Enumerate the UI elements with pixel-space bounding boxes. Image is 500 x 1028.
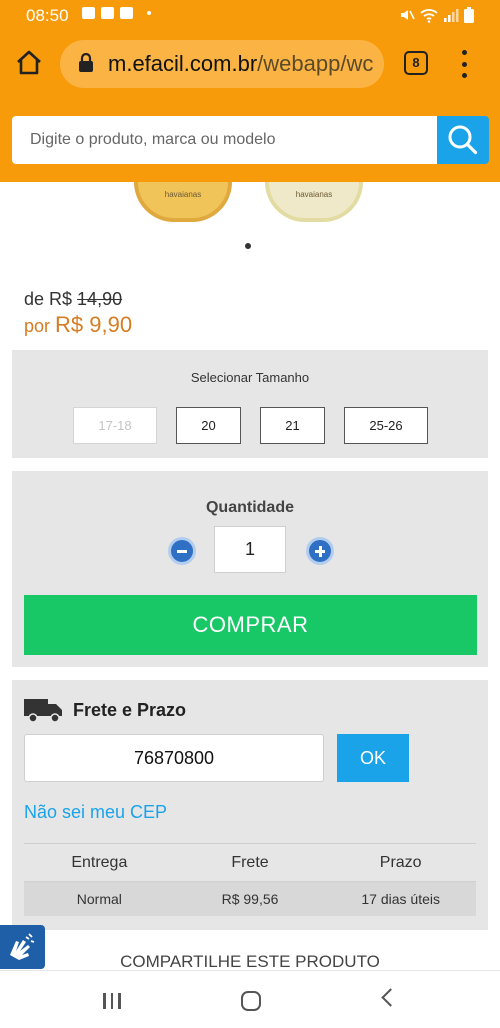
status-time: 08:50 <box>26 6 69 25</box>
new-price: por R$ 9,90 <box>24 312 132 338</box>
size-option-17-18[interactable]: 17-18 <box>73 407 157 444</box>
new-price-value: R$ 9,90 <box>55 312 133 337</box>
home-button[interactable] <box>14 48 44 78</box>
shipping-title: Frete e Prazo <box>73 700 187 720</box>
quantity-field[interactable]: 1 <box>214 526 286 573</box>
recents-bar-icon <box>118 993 121 1009</box>
menu-dot-icon <box>461 73 467 78</box>
share-product-title: COMPARTILHE ESTE PRODUTO <box>120 952 380 971</box>
search-header: Digite o produto, marca ou modelo <box>0 98 500 182</box>
size-selector-title: Selecionar Tamanho <box>190 370 310 385</box>
signal-icon <box>444 9 459 22</box>
old-price-value: 14,90 <box>77 289 123 309</box>
size-selector: Selecionar Tamanho 17-18 20 21 25-26 <box>12 350 488 458</box>
search-input[interactable]: Digite o produto, marca ou modelo <box>12 116 437 164</box>
quantity-panel: Quantidade 1 COMPRAR <box>12 471 488 667</box>
truck-icon <box>24 699 62 723</box>
recents-bar-icon <box>103 993 106 1009</box>
status-system-icons <box>399 7 474 23</box>
browser-menu-button[interactable] <box>458 50 470 78</box>
old-price: de R$ 14,90 <box>24 289 122 310</box>
shipping-table-header: Entrega Frete Prazo <box>24 843 476 881</box>
status-notification-icons <box>82 7 151 19</box>
product-image-sandal-yellow: havaianas <box>134 182 232 222</box>
unknown-cep-link[interactable]: Não sei meu CEP <box>24 802 167 823</box>
cell-prazo: 17 dias úteis <box>361 891 440 907</box>
url-host: m.efacil.com.br <box>108 51 258 76</box>
address-bar[interactable]: m.efacil.com.br/webapp/wc <box>60 40 384 88</box>
status-bar: 08:50 <box>0 0 500 32</box>
old-price-prefix: de R$ <box>24 289 78 309</box>
lock-icon <box>79 53 93 72</box>
product-image-sandal-white: havaianas <box>265 182 363 222</box>
column-header-frete: Frete <box>231 854 269 871</box>
more-notifications-icon <box>147 11 151 15</box>
message-notification-icon <box>120 7 133 19</box>
system-home-button[interactable] <box>241 991 261 1011</box>
size-option-21[interactable]: 21 <box>260 407 325 444</box>
decrease-quantity-button[interactable] <box>168 537 196 565</box>
battery-icon <box>464 7 474 23</box>
browser-toolbar: m.efacil.com.br/webapp/wc 8 <box>0 32 500 98</box>
increase-quantity-button[interactable] <box>306 537 334 565</box>
system-back-button[interactable] <box>381 988 400 1007</box>
shipping-panel: Frete e Prazo 76870800 OK Não sei meu CE… <box>12 680 488 930</box>
calculate-shipping-button[interactable]: OK <box>337 734 409 782</box>
cell-entrega: Normal <box>76 891 122 907</box>
buy-button[interactable]: COMPRAR <box>24 595 477 655</box>
size-option-20[interactable]: 20 <box>176 407 241 444</box>
column-header-prazo: Prazo <box>379 854 422 871</box>
shipping-table: Entrega Frete Prazo Normal R$ 99,56 17 d… <box>24 843 476 916</box>
quantity-title: Quantidade <box>205 499 294 516</box>
mute-icon <box>401 10 415 20</box>
new-price-prefix: por <box>24 316 56 336</box>
image-notification-icon <box>82 7 95 19</box>
recent-apps-button[interactable] <box>103 993 121 1009</box>
product-image-brand-label: havaianas <box>295 190 333 199</box>
search-placeholder: Digite o produto, marca ou modelo <box>30 131 276 148</box>
url-text: m.efacil.com.br/webapp/wc <box>108 51 378 77</box>
wifi-icon <box>420 9 438 23</box>
size-option-25-26[interactable]: 25-26 <box>344 407 428 444</box>
recents-bar-icon <box>110 993 113 1009</box>
app-notification-icon <box>101 7 114 19</box>
search-button[interactable] <box>437 116 489 164</box>
home-icon <box>17 50 41 75</box>
table-row: Normal R$ 99,56 17 dias úteis <box>24 881 476 916</box>
product-image-brand-label: havaianas <box>164 190 202 199</box>
url-path: /webapp/wc <box>257 51 374 76</box>
search-icon <box>448 125 478 155</box>
cell-frete: R$ 99,56 <box>221 891 279 907</box>
system-navigation-bar <box>0 970 500 1028</box>
product-image-carousel[interactable]: havaianas havaianas <box>12 182 488 250</box>
menu-dot-icon <box>461 50 467 55</box>
tab-switcher-button[interactable]: 8 <box>404 51 428 75</box>
column-header-entrega: Entrega <box>71 854 128 871</box>
carousel-indicator-dot[interactable] <box>245 243 251 249</box>
cep-input[interactable]: 76870800 <box>24 734 324 782</box>
menu-dot-icon <box>461 61 467 67</box>
